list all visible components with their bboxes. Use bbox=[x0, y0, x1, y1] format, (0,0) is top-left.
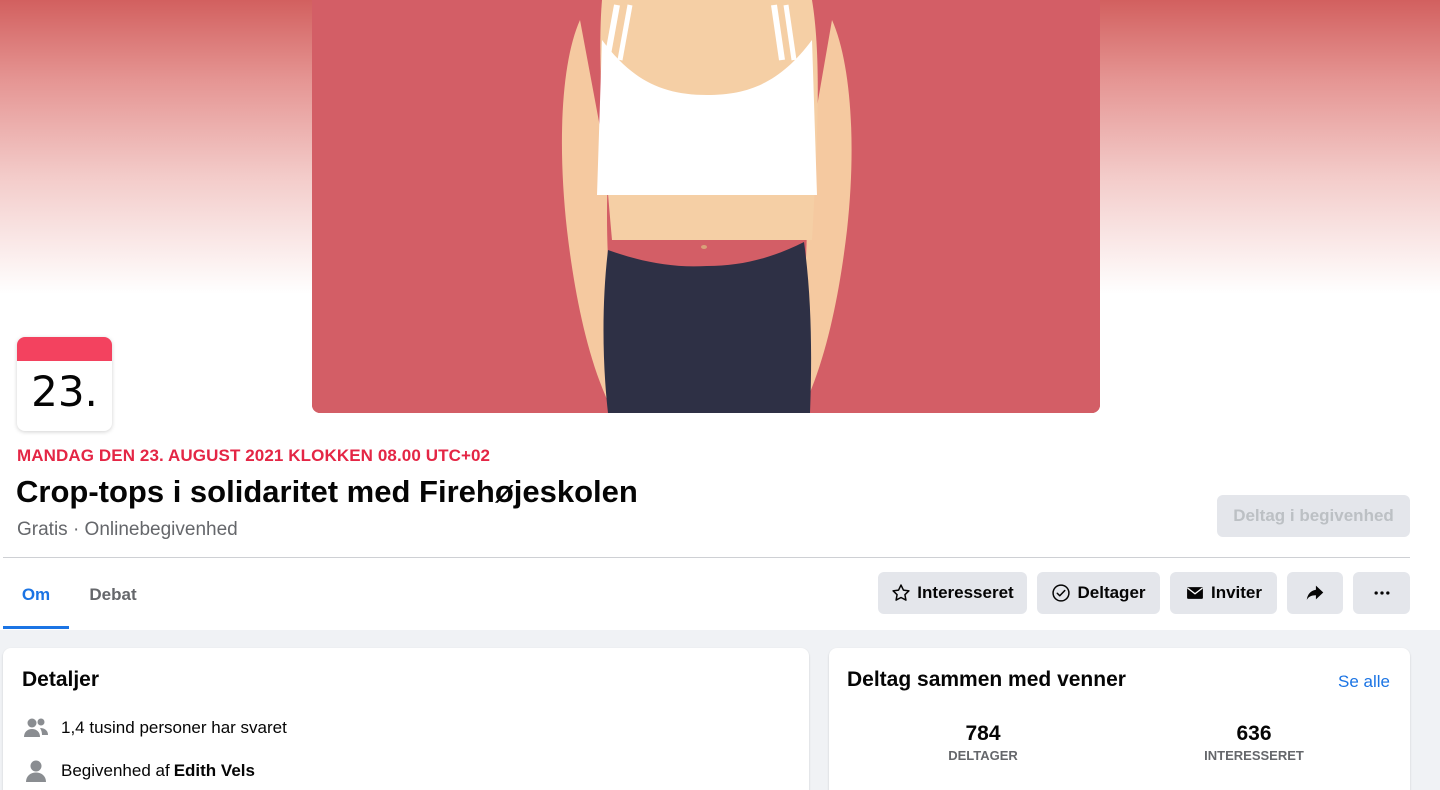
interested-stat-label: INTERESSERET bbox=[1204, 748, 1304, 763]
tab-om[interactable]: Om bbox=[3, 573, 69, 629]
cover-photo bbox=[312, 0, 1100, 413]
going-count: 784 bbox=[965, 722, 1001, 745]
responses-text: 1,4 tusind personer har svaret bbox=[61, 718, 287, 737]
date-badge-day: 23. bbox=[31, 367, 98, 416]
share-arrow-icon bbox=[1306, 585, 1324, 600]
header-divider bbox=[3, 557, 1410, 558]
friends-title: Deltag sammen med venner bbox=[847, 668, 1126, 691]
more-button[interactable] bbox=[1353, 572, 1410, 614]
details-card: Detaljer 1,4 tusind personer har svaret … bbox=[3, 648, 809, 790]
going-stat-label: DELTAGER bbox=[948, 748, 1018, 763]
details-title: Detaljer bbox=[22, 668, 100, 691]
star-icon bbox=[892, 584, 910, 601]
invite-button[interactable]: Inviter bbox=[1170, 572, 1277, 614]
join-event-button[interactable]: Deltag i begivenhed bbox=[1217, 495, 1410, 537]
interested-count: 636 bbox=[1236, 722, 1272, 745]
more-icon bbox=[1374, 591, 1389, 595]
person-icon bbox=[26, 760, 46, 782]
people-icon bbox=[24, 718, 48, 737]
going-stat: 784 DELTAGER bbox=[883, 722, 1083, 763]
see-all-link[interactable]: Se alle bbox=[1338, 672, 1390, 692]
invite-label: Inviter bbox=[1210, 583, 1263, 602]
event-date: MANDAG DEN 23. AUGUST 2021 KLOKKEN 08.00… bbox=[17, 446, 491, 465]
event-subtitle: Gratis · Onlinebegivenhed bbox=[17, 519, 238, 540]
date-badge-header bbox=[17, 337, 112, 361]
event-title: Crop-tops i solidaritet med Firehøjeskol… bbox=[16, 474, 638, 509]
friends-card: Deltag sammen med venner Se alle 784 DEL… bbox=[829, 648, 1410, 790]
responses-row: 1,4 tusind personer har svaret bbox=[23, 717, 287, 739]
going-label: Deltager bbox=[1077, 583, 1146, 602]
going-button[interactable]: Deltager bbox=[1037, 572, 1160, 614]
envelope-icon bbox=[1187, 587, 1203, 599]
host-prefix: Begivenhed af bbox=[61, 761, 170, 780]
interested-stat: 636 INTERESSERET bbox=[1154, 722, 1354, 763]
check-circle-icon bbox=[1052, 584, 1071, 602]
interested-label: Interesseret bbox=[917, 583, 1014, 602]
host-row: Begivenhed af Edith Vels bbox=[23, 759, 255, 783]
host-name-link[interactable]: Edith Vels bbox=[174, 761, 255, 781]
date-badge: 23. bbox=[17, 337, 112, 431]
share-button[interactable] bbox=[1287, 572, 1343, 614]
tab-debat[interactable]: Debat bbox=[78, 573, 148, 629]
interested-button[interactable]: Interesseret bbox=[878, 572, 1027, 614]
